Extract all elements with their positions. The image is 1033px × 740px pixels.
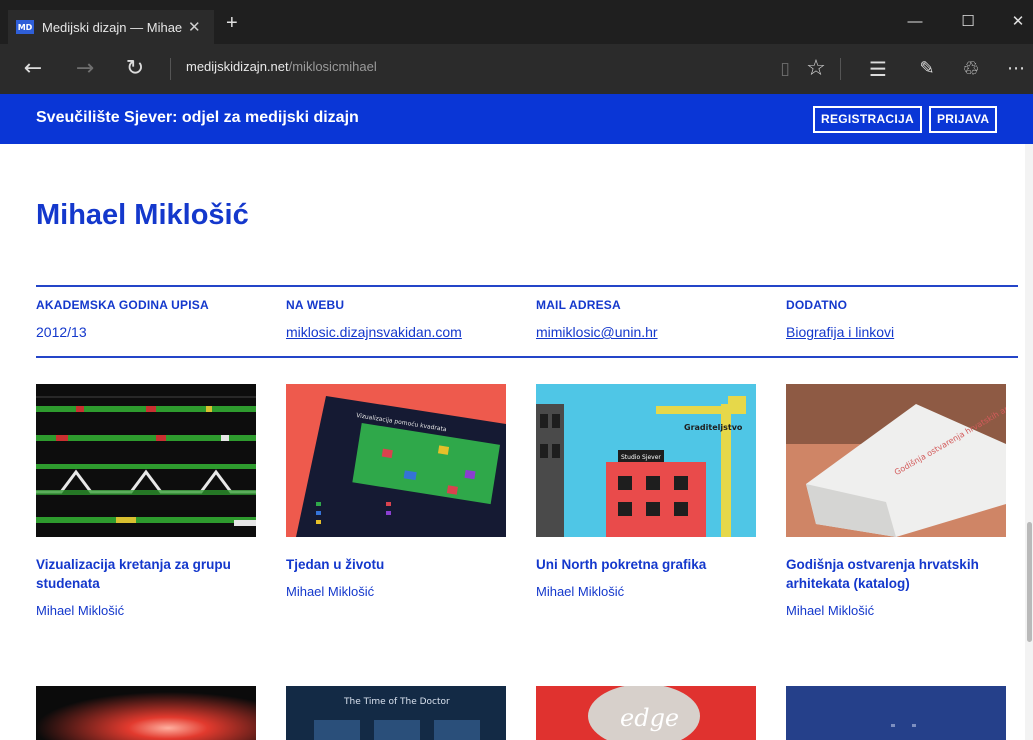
scrollbar-thumb[interactable]	[1027, 522, 1032, 642]
share-icon[interactable]: ♲	[958, 56, 984, 82]
info-value: 2012/13	[36, 324, 87, 340]
architects-catalog-image: Godišnja ostvarenja hrvatskih arhitekata…	[786, 384, 1006, 537]
login-button[interactable]: PRIJAVA	[929, 106, 998, 133]
divider-top	[36, 285, 1018, 287]
browser-tab-bar: MD Medijski dizajn — Mihae ✕ + — ☐ ✕	[0, 0, 1033, 44]
project-thumbnail[interactable]	[36, 384, 256, 537]
biography-link[interactable]: Biografija i linkovi	[786, 324, 1026, 340]
minimize-icon[interactable]: —	[900, 10, 930, 34]
more-icon[interactable]: ⋯	[1003, 56, 1029, 82]
site-favicon-icon: MD	[16, 20, 34, 34]
project-thumbnail[interactable]	[786, 686, 1006, 740]
project-title[interactable]: Tjedan u životu	[286, 555, 506, 574]
forward-icon[interactable]: →	[72, 56, 98, 82]
project-title[interactable]: Uni North pokretna grafika	[536, 555, 756, 574]
project-author[interactable]: Mihael Miklošić	[786, 603, 1006, 618]
project-title[interactable]: Godišnja ostvarenja hrvatskih arhitekata…	[786, 555, 1006, 593]
blue-poster-image	[786, 686, 1006, 740]
project-thumbnail[interactable]: Vizualizacija pomoću kvadrata	[286, 384, 506, 537]
refresh-icon[interactable]: ↻	[122, 56, 148, 82]
site-title[interactable]: Sveučilište Sjever: odjel za medijski di…	[36, 109, 359, 127]
info-website: NA WEBU miklosic.dizajnsvakidan.com	[286, 298, 526, 340]
browser-nav-bar: ← → ↻ medijskidizajn.net/miklosicmihael …	[0, 44, 1033, 94]
browser-tab[interactable]: MD Medijski dizajn — Mihae ✕	[8, 10, 214, 44]
project-thumbnail[interactable]: Godišnja ostvarenja hrvatskih arhitekata…	[786, 384, 1006, 537]
thumbnail-caption: Graditeljstvo	[684, 423, 743, 432]
project-card[interactable]: Graditeljstvo Studio Sjever Uni North po…	[536, 384, 756, 599]
info-additional: DODATNO Biografija i linkovi	[786, 298, 1026, 340]
back-icon[interactable]: ←	[20, 56, 46, 82]
week-in-life-image: Vizualizacija pomoću kvadrata	[286, 384, 506, 537]
project-thumbnail[interactable]: edge	[536, 686, 756, 740]
favorite-star-icon[interactable]: ☆	[803, 56, 829, 82]
project-card[interactable]: Vizualizacija pomoću kvadrata Tjedan u ž…	[286, 384, 506, 599]
info-label: MAIL ADRESA	[536, 298, 621, 312]
project-card[interactable]: Vizualizacija kretanja za grupu studenat…	[36, 384, 256, 618]
project-thumbnail[interactable]	[36, 686, 256, 740]
motion-graphics-image: Graditeljstvo Studio Sjever	[536, 384, 756, 537]
info-email: MAIL ADRESA mimiklosic@unin.hr	[536, 298, 776, 340]
project-author[interactable]: Mihael Miklošić	[286, 584, 506, 599]
address-bar[interactable]: medijskidizajn.net/miklosicmihael	[186, 59, 377, 74]
project-author[interactable]: Mihael Miklošić	[36, 603, 256, 618]
info-label: AKADEMSKA GODINA UPISA	[36, 298, 209, 312]
doctor-who-site-image: The Time of The Doctor	[286, 686, 506, 740]
new-tab-icon[interactable]: +	[226, 12, 238, 35]
project-thumbnail[interactable]: The Time of The Doctor	[286, 686, 506, 740]
reading-view-icon[interactable]: ▯	[772, 56, 798, 82]
project-thumbnail[interactable]: Graditeljstvo Studio Sjever	[536, 384, 756, 537]
address-divider	[170, 58, 171, 80]
toolbar-divider	[840, 58, 841, 80]
page-scrollbar[interactable]	[1025, 144, 1033, 740]
web-note-icon[interactable]: ✎	[914, 56, 940, 82]
info-enrollment-year: AKADEMSKA GODINA UPISA 2012/13	[36, 298, 276, 340]
divider-bottom	[36, 356, 1018, 358]
email-link[interactable]: mimiklosic@unin.hr	[536, 324, 776, 340]
address-path: /miklosicmihael	[288, 59, 377, 74]
address-domain: medijskidizajn.net	[186, 59, 289, 74]
page-title: Mihael Miklošić	[36, 199, 249, 231]
project-author[interactable]: Mihael Miklošić	[536, 584, 756, 599]
project-card[interactable]: Godišnja ostvarenja hrvatskih arhitekata…	[786, 384, 1006, 618]
abstract-light-image	[36, 686, 256, 740]
edge-poster-image: edge	[536, 686, 756, 740]
close-window-icon[interactable]: ✕	[1003, 10, 1033, 34]
maximize-icon[interactable]: ☐	[953, 10, 983, 34]
site-header: Sveučilište Sjever: odjel za medijski di…	[0, 94, 1033, 144]
register-button[interactable]: REGISTRACIJA	[813, 106, 922, 133]
tab-title: Medijski dizajn — Mihae	[42, 19, 182, 35]
thumbnail-caption: edge	[620, 704, 679, 732]
movement-visualization-image	[36, 384, 256, 537]
info-label: NA WEBU	[286, 298, 345, 312]
info-label: DODATNO	[786, 298, 848, 312]
hub-icon[interactable]: ☰	[865, 56, 891, 82]
thumbnail-caption: The Time of The Doctor	[343, 697, 450, 707]
website-link[interactable]: miklosic.dizajnsvakidan.com	[286, 324, 526, 340]
project-title[interactable]: Vizualizacija kretanja za grupu studenat…	[36, 555, 256, 593]
close-tab-icon[interactable]: ✕	[188, 18, 201, 36]
thumbnail-caption: Studio Sjever	[621, 454, 661, 461]
